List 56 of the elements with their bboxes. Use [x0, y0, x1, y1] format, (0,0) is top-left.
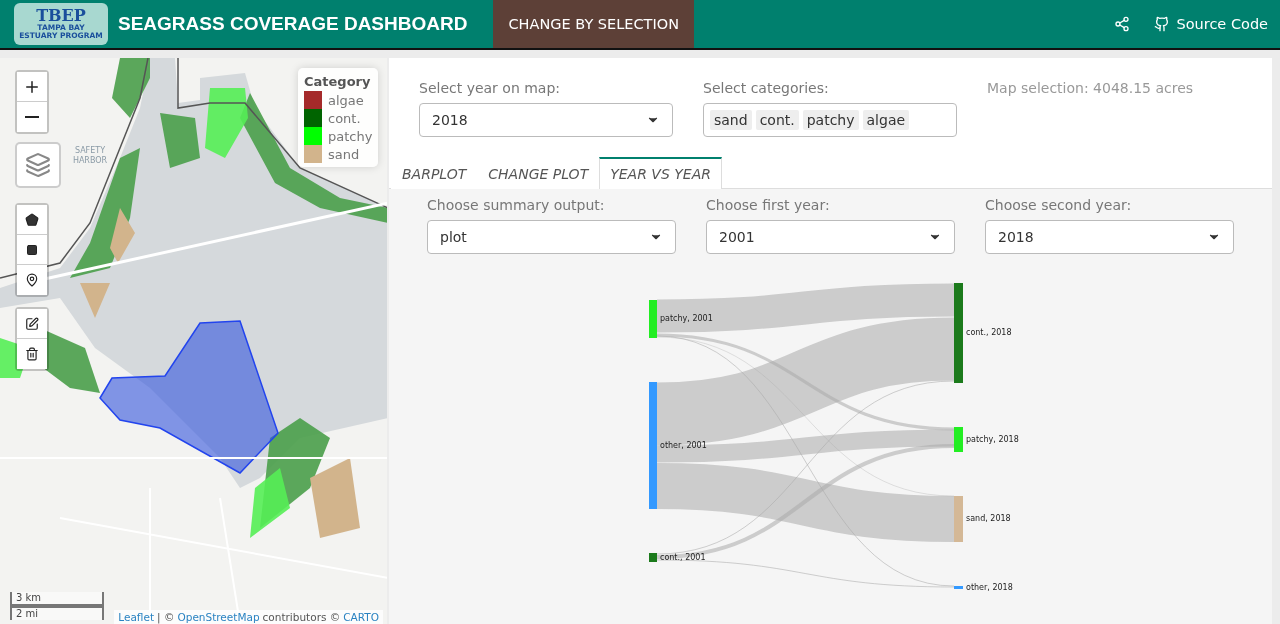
attribution-link[interactable]: OpenStreetMap	[177, 611, 260, 623]
pentagon-icon	[25, 212, 39, 227]
category-select[interactable]: sand cont. patchy algae	[703, 103, 957, 137]
option-select[interactable]: 2018	[985, 220, 1234, 254]
node-label: cont., 2001	[659, 552, 705, 562]
legend-label: sand	[328, 146, 360, 162]
node-label: other, 2001	[659, 440, 707, 450]
layers-icon	[25, 152, 51, 178]
field-label: Choose summary output:	[427, 197, 606, 213]
legend-title: Category	[304, 74, 372, 89]
node-label: sand, 2018	[965, 514, 1011, 523]
share-icon[interactable]	[1114, 16, 1131, 32]
option-select[interactable]: plot	[427, 220, 676, 254]
delete-button[interactable]	[17, 339, 47, 369]
legend-label: cont.	[328, 110, 361, 126]
trash-icon	[25, 347, 39, 361]
attribution-link[interactable]: Leaflet	[118, 611, 155, 623]
year-select[interactable]: 2018	[419, 103, 673, 137]
category-tag: sand	[710, 110, 752, 130]
category-tag: patchy	[802, 110, 859, 130]
legend-label: algae	[328, 92, 364, 108]
node-label: other, 2018	[965, 582, 1013, 592]
field-label: Choose second year:	[985, 197, 1133, 213]
node-label: patchy, 2018	[965, 434, 1019, 444]
node-label: cont., 2018	[965, 328, 1011, 337]
node-label: patchy, 2001	[659, 314, 713, 323]
source-code-link[interactable]: Source Code	[1154, 0, 1268, 48]
draw-marker-button[interactable]	[17, 265, 47, 295]
edit-icon	[25, 316, 39, 331]
field-label: Select categories:	[703, 80, 830, 96]
nav-tab[interactable]: CHANGE BY SELECTION	[493, 0, 694, 48]
map-pin-icon	[25, 273, 39, 287]
attribution-link[interactable]: CARTO	[343, 611, 379, 623]
category-tag: algae	[862, 110, 910, 130]
option-select[interactable]: 2001	[706, 220, 955, 254]
tab[interactable]: YEAR VS YEAR	[599, 157, 722, 189]
edit-button[interactable]	[17, 309, 47, 339]
field-label: Choose first year:	[706, 197, 831, 213]
layers-button[interactable]	[15, 142, 61, 188]
draw-rectangle-button[interactable]	[17, 235, 47, 265]
scale-bar: 3 km	[10, 592, 104, 606]
scale-bar: 2 mi	[10, 606, 104, 620]
zoom-out-button[interactable]	[17, 102, 47, 132]
legend-label: patchy	[328, 128, 373, 144]
app-title: SEAGRASS COVERAGE DASHBOARD	[118, 13, 468, 35]
logo-text: TBEP	[36, 8, 86, 24]
selection-area-text: Map selection: 4048.15 acres	[987, 80, 1195, 96]
github-icon	[1154, 16, 1171, 32]
draw-polygon-button[interactable]	[17, 205, 47, 235]
attribution-text: | ©	[157, 611, 175, 623]
attribution-text: contributors ©	[262, 611, 341, 623]
minus-icon	[25, 116, 39, 118]
field-label: Select year on map:	[419, 80, 562, 96]
zoom-in-button[interactable]	[17, 72, 47, 102]
category-tag: cont.	[755, 110, 799, 130]
square-icon	[26, 243, 38, 256]
